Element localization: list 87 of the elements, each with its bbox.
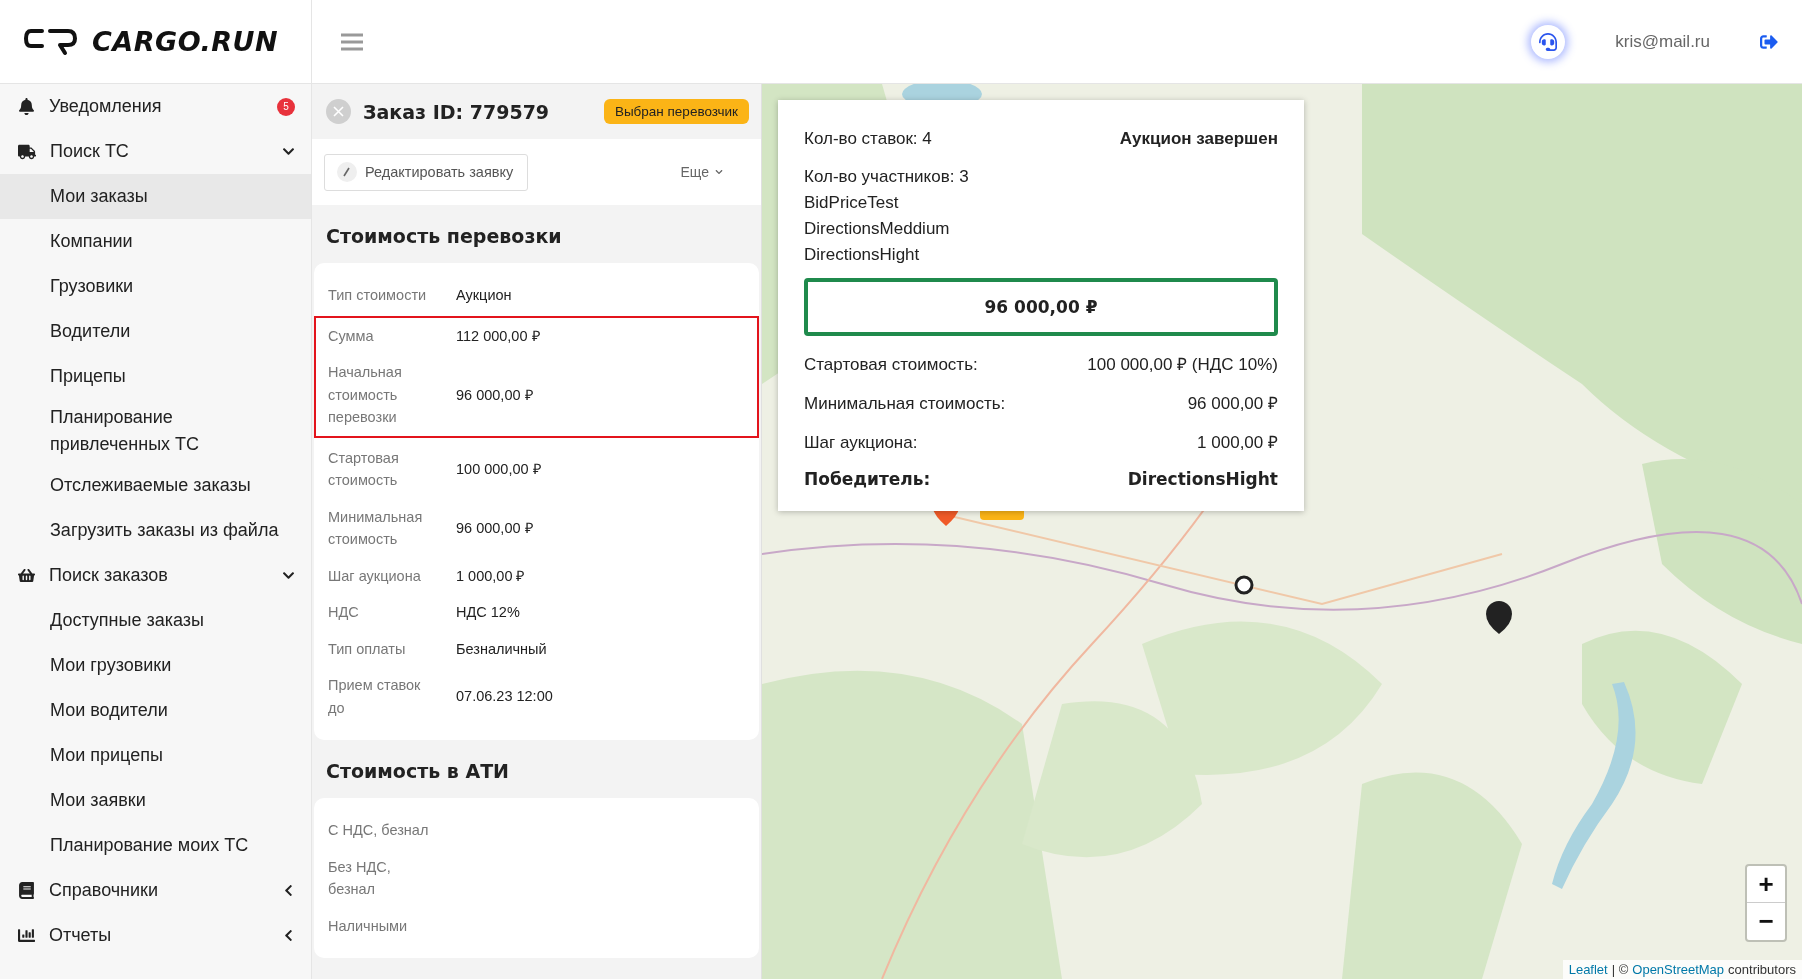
more-dropdown[interactable]: Еще	[674, 163, 729, 181]
close-icon	[333, 106, 344, 117]
sidebar-item[interactable]: Поиск заказов	[49, 565, 268, 586]
field-value: 1 000,00 ₽	[456, 566, 526, 586]
notification-badge: 5	[277, 97, 295, 116]
headset-icon	[1539, 32, 1558, 51]
support-button[interactable]	[1531, 24, 1566, 59]
field-label: Тип оплаты	[328, 639, 407, 659]
zoom-in-button[interactable]: +	[1747, 866, 1785, 903]
detail-value: 1 000,00 ₽	[1197, 432, 1278, 454]
sidebar-subitem[interactable]: Отслеживаемые заказы	[0, 463, 311, 508]
field-value: 96 000,00 ₽	[456, 518, 534, 538]
chevron-down-icon	[715, 168, 723, 176]
logo-icon	[24, 27, 78, 56]
field-label: Начальная стоимость перевозки	[328, 363, 403, 427]
zoom-out-button[interactable]: −	[1747, 903, 1785, 940]
attribution-text: | ©	[1611, 962, 1629, 977]
chevron-left-icon[interactable]	[282, 884, 295, 897]
order-title: Заказ ID: 779579	[363, 100, 551, 123]
detail-label: Минимальная стоимость:	[804, 393, 1006, 415]
detail-label: Стартовая стоимость:	[804, 354, 978, 376]
field-value: Аукцион	[456, 286, 513, 305]
user-email: kris@mail.ru	[1615, 31, 1710, 52]
section-title: Стоимость перевозки	[325, 224, 563, 249]
field-label: НДС	[328, 603, 360, 622]
sidebar-subitem[interactable]: Грузовики	[0, 264, 311, 309]
auction-status: Аукцион завершен	[1119, 129, 1278, 149]
logout-button[interactable]	[1760, 32, 1778, 51]
participants-count: Кол-во участников: 3	[804, 166, 970, 188]
basket-icon	[18, 567, 35, 584]
field-label: С НДС, безнал	[328, 821, 430, 840]
field-label: Стартовая стоимость	[328, 448, 400, 490]
sidebar-subitem[interactable]: Мои прицепы	[0, 733, 311, 778]
sidebar-item[interactable]: Поиск ТС	[50, 141, 268, 162]
logout-icon	[1760, 32, 1778, 51]
participant-name: DirectionsHight	[804, 244, 921, 266]
sidebar-subitem[interactable]: Мои заявки	[0, 778, 311, 823]
chevron-down-icon[interactable]	[282, 569, 295, 582]
truck-icon	[18, 142, 36, 161]
field-value: 112 000,00 ₽	[456, 326, 541, 346]
field-value: 100 000,00 ₽	[456, 459, 542, 479]
chevron-down-icon[interactable]	[282, 145, 295, 158]
sidebar-subitem[interactable]: Загрузить заказы из файла	[0, 508, 311, 553]
sidebar-subitem[interactable]: Мои заказы	[0, 174, 311, 219]
sidebar-subitem[interactable]: Прицепы	[0, 354, 311, 399]
logo-text: CARGO.RUN	[92, 26, 279, 57]
sidebar-subitem[interactable]: Мои водители	[0, 688, 311, 733]
book-icon	[18, 882, 35, 899]
field-label: Минимальная стоимость	[328, 507, 424, 549]
section-title: Стоимость в АТИ	[325, 759, 510, 784]
pencil-icon	[337, 162, 357, 182]
edit-request-button[interactable]: Редактировать заявку	[324, 153, 529, 191]
sidebar-subitem[interactable]: Планирование моих ТС	[0, 823, 311, 868]
field-label: Прием ставок до	[328, 676, 422, 718]
sidebar-item[interactable]: Уведомления	[49, 96, 263, 117]
sidebar-subitem[interactable]: Компании	[0, 219, 311, 264]
winner-label: Победитель:	[804, 469, 931, 489]
winner-name: DirectionsHight	[1127, 469, 1278, 489]
sidebar-subitem[interactable]: Мои грузовики	[0, 643, 311, 688]
field-label: Шаг аукциона	[328, 566, 422, 586]
attribution-text: contributors	[1728, 962, 1796, 977]
bell-icon	[18, 98, 35, 115]
leaflet-link[interactable]: Leaflet	[1568, 962, 1608, 977]
sidebar-subitem[interactable]: Водители	[0, 309, 311, 354]
field-label: Наличными	[328, 916, 409, 936]
report-icon	[18, 927, 35, 944]
detail-value: 100 000,00 ₽ (НДС 10%)	[1087, 354, 1278, 376]
sidebar-subitem[interactable]: Планирование привлеченных ТС	[0, 399, 311, 463]
chevron-left-icon[interactable]	[282, 929, 295, 942]
field-label: Сумма	[328, 326, 375, 346]
field-value: НДС 12%	[456, 603, 521, 622]
field-value: 07.06.23 12:00	[456, 687, 554, 707]
participant-name: BidPriceTest	[804, 192, 900, 214]
participant-name: DirectionsMeddium	[804, 218, 951, 240]
sidebar-item[interactable]: Справочники	[49, 880, 268, 901]
status-badge: Выбран перевозчик	[603, 99, 749, 124]
sidebar-item[interactable]: Отчеты	[49, 925, 268, 946]
field-value: 96 000,00 ₽	[456, 385, 534, 405]
field-value: Безналичный	[456, 639, 548, 659]
field-label: Без НДС, безнал	[328, 857, 392, 899]
sidebar-subitem[interactable]: Доступные заказы	[0, 598, 311, 643]
detail-value: 96 000,00 ₽	[1187, 393, 1278, 415]
detail-label: Шаг аукциона:	[804, 432, 918, 454]
bids-count: Кол-во ставок: 4	[804, 128, 932, 150]
osm-link[interactable]: OpenStreetMap	[1632, 962, 1725, 977]
field-label: Тип стоимости	[328, 286, 428, 305]
winning-price: 96 000,00 ₽	[804, 278, 1278, 336]
